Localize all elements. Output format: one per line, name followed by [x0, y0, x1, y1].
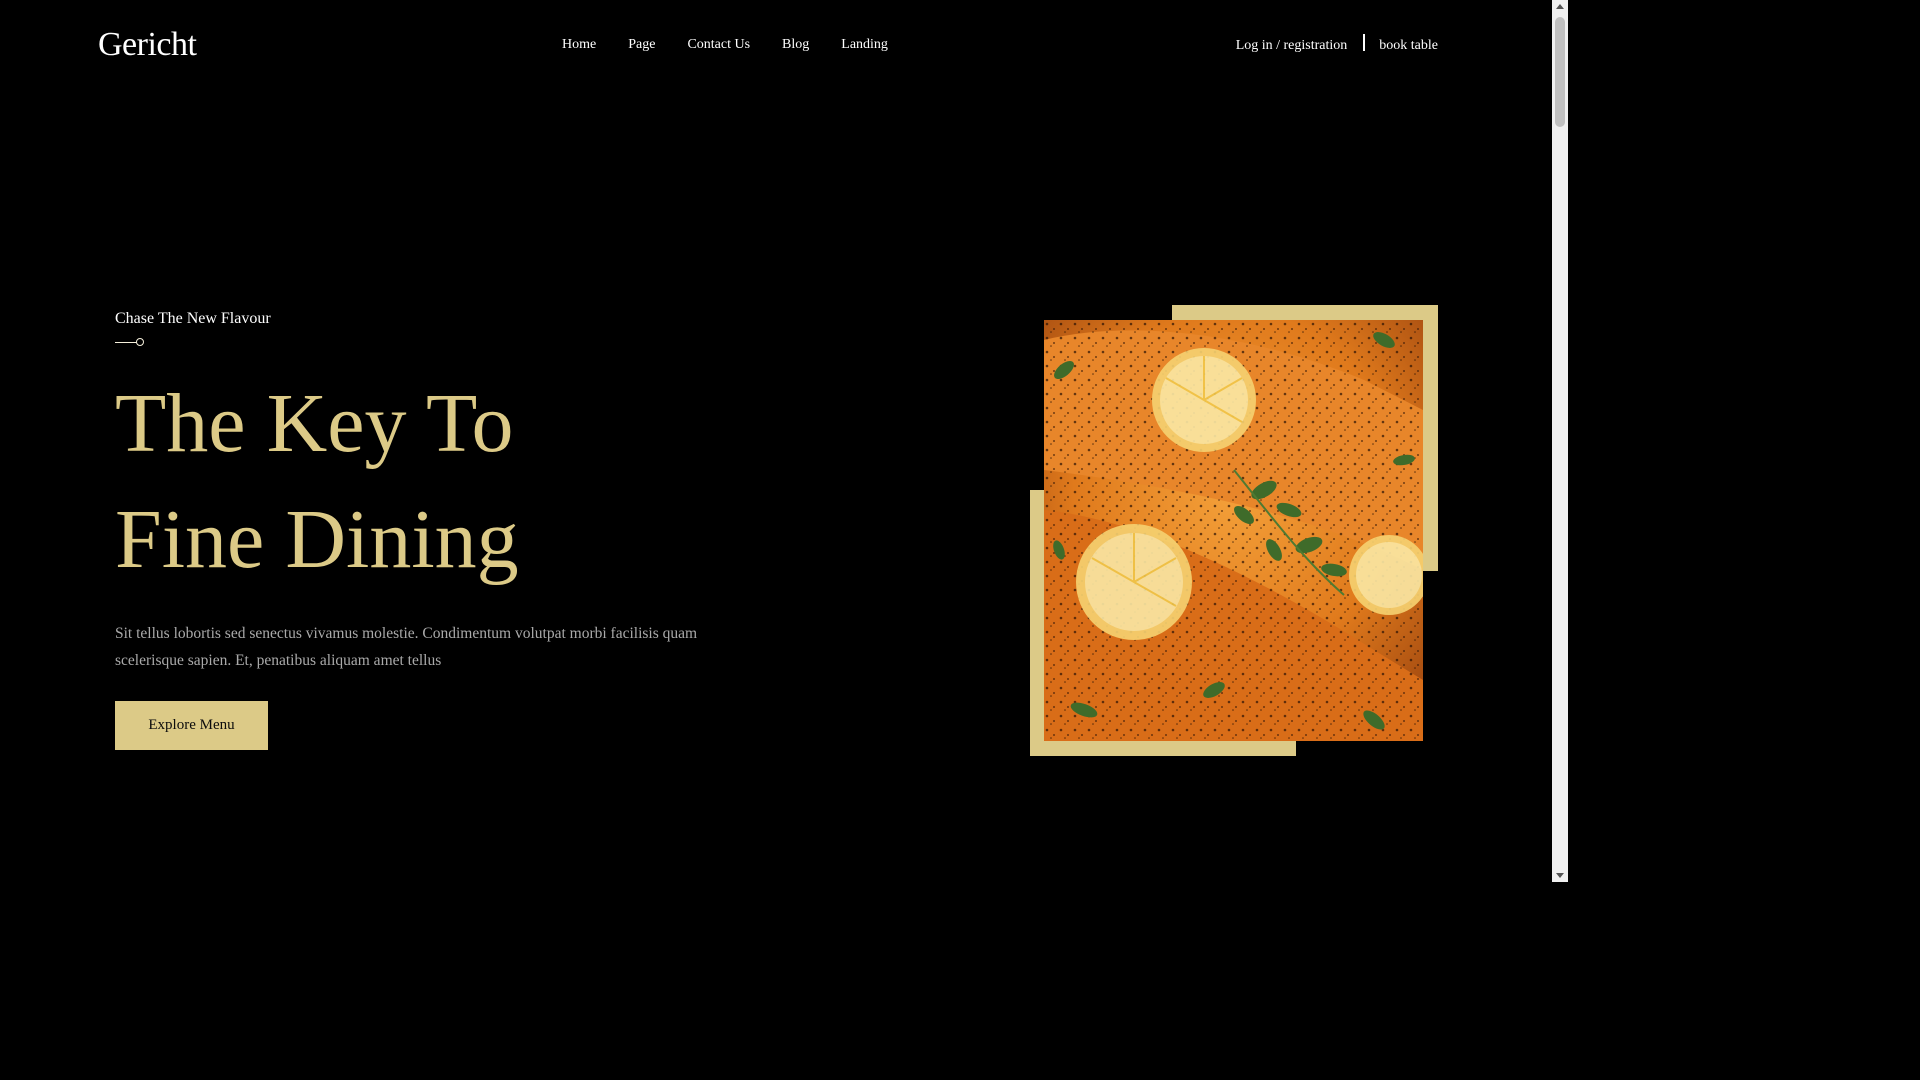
- hero-description: Sit tellus lobortis sed senectus vivamus…: [115, 625, 698, 669]
- scroll-up-arrow-icon[interactable]: [1556, 4, 1564, 9]
- nav-divider: [1363, 34, 1366, 51]
- explore-menu-button[interactable]: Explore Menu: [115, 701, 268, 750]
- login-registration-link[interactable]: Log in / registration: [1236, 38, 1348, 54]
- book-table-link[interactable]: book table: [1379, 38, 1438, 54]
- hero-section: Chase The New Flavour The Key To Fine Di…: [115, 310, 815, 750]
- nav-page[interactable]: Page: [628, 37, 655, 53]
- page-scrollbar[interactable]: [1552, 0, 1568, 882]
- main-menu: Home Page Contact Us Blog Landing: [562, 37, 920, 53]
- nav-contact-us[interactable]: Contact Us: [687, 37, 750, 53]
- nav-home[interactable]: Home: [562, 37, 596, 53]
- hero-headline: The Key To Fine Dining: [115, 366, 815, 598]
- nav-blog[interactable]: Blog: [782, 37, 809, 53]
- spoon-icon: [115, 338, 145, 348]
- hero-food-image: [1044, 320, 1423, 741]
- scrollbar-thumb[interactable]: [1555, 17, 1565, 127]
- brand-logo[interactable]: Gericht: [98, 26, 197, 64]
- hero-subtitle: Chase The New Flavour: [115, 310, 271, 327]
- scroll-down-arrow-icon[interactable]: [1556, 873, 1564, 878]
- headline-line-2: Fine Dining: [115, 493, 519, 586]
- top-navigation: Gericht Home Page Contact Us Blog Landin…: [0, 0, 1552, 90]
- headline-line-1: The Key To: [115, 377, 514, 470]
- nav-landing[interactable]: Landing: [841, 37, 888, 53]
- auth-links: Log in / registration book table: [1236, 34, 1438, 54]
